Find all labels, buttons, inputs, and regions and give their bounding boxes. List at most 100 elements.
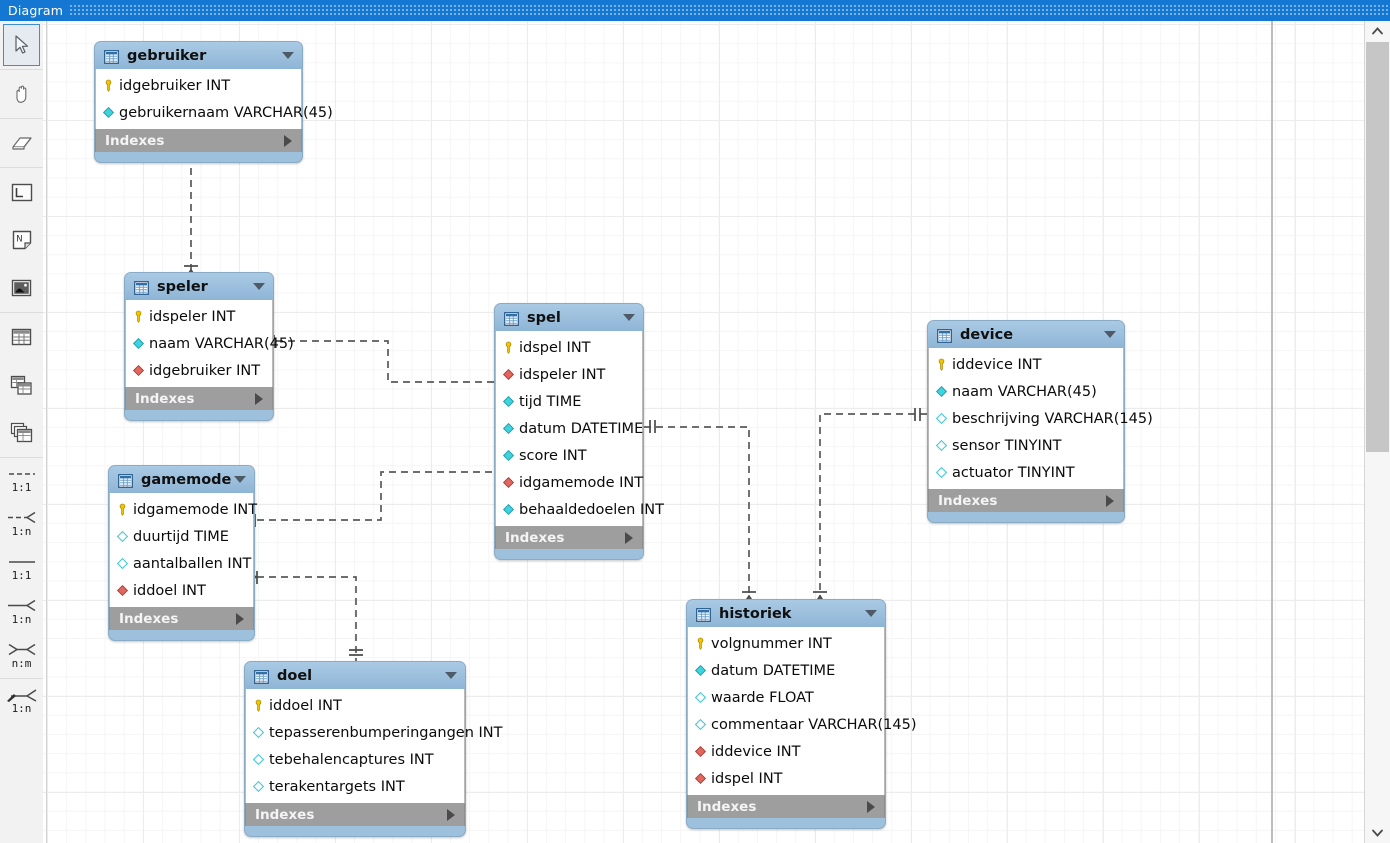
relation-1-1-non-identifying-tool[interactable]: 1:1 [0, 546, 43, 590]
table-indexes-section-gamemode[interactable]: Indexes [109, 607, 254, 630]
column-nullable-icon [935, 466, 948, 479]
table-column[interactable]: waarde FLOAT [688, 684, 884, 711]
table-column[interactable]: idgamemode INT [110, 496, 257, 523]
table-column[interactable]: behaaldedoelen INT [496, 496, 664, 523]
indexes-label: Indexes [105, 132, 165, 149]
table-indexes-section-doel[interactable]: Indexes [245, 803, 465, 826]
table-column[interactable]: commentaar VARCHAR(145) [688, 711, 917, 738]
table-column[interactable]: tebehalencaptures INT [246, 746, 464, 773]
table-header-doel[interactable]: doel [245, 662, 465, 689]
table-header-speler[interactable]: speler [125, 273, 273, 300]
table-column[interactable]: iddevice INT [688, 738, 884, 765]
column-label: idspeler INT [519, 366, 606, 383]
table-indexes-section-speler[interactable]: Indexes [125, 387, 273, 410]
relation-1-1-identifying-tool[interactable]: 1:1 [0, 457, 43, 502]
collapse-caret-icon[interactable] [865, 610, 877, 617]
table-indexes-section-spel[interactable]: Indexes [495, 526, 643, 549]
table-header-spel[interactable]: spel [495, 304, 643, 331]
table-column[interactable]: datum DATETIME [688, 657, 884, 684]
column-label: idgebruiker INT [149, 362, 261, 379]
table-header-historiek[interactable]: historiek [687, 600, 885, 627]
table-column[interactable]: score INT [496, 442, 642, 469]
table-gamemode[interactable]: gamemode idgamemode INT duurtijd TIME aanta… [108, 465, 257, 641]
table-indexes-section-historiek[interactable]: Indexes [687, 795, 885, 818]
table-column[interactable]: datum DATETIME [496, 415, 643, 442]
table-column[interactable]: iddoel INT [246, 692, 464, 719]
table-column[interactable]: idgamemode INT [496, 469, 643, 496]
table-column[interactable]: sensor TINYINT [929, 432, 1123, 459]
collapse-caret-icon[interactable] [234, 476, 246, 483]
collapse-caret-icon[interactable] [623, 314, 635, 321]
expand-indexes-icon[interactable] [625, 531, 633, 544]
new-view-tool[interactable] [0, 361, 43, 409]
table-column[interactable]: idspel INT [496, 334, 642, 361]
collapse-caret-icon[interactable] [282, 52, 294, 59]
scroll-down-button[interactable] [1365, 823, 1390, 843]
scroll-up-button[interactable] [1365, 21, 1390, 41]
table-column[interactable]: idgebruiker INT [96, 72, 301, 99]
new-table-tool[interactable] [0, 312, 43, 361]
relation-1-n-identifying-tool[interactable]: 1:n [0, 502, 43, 546]
hand-tool[interactable] [0, 69, 43, 118]
table-speler[interactable]: speler idspeler INT naam VARCHAR(45) idgebr… [124, 272, 294, 421]
table-column[interactable]: idspeler INT [126, 303, 272, 330]
indexes-label: Indexes [119, 610, 179, 627]
window-title: Diagram [8, 3, 64, 18]
eraser-tool[interactable] [0, 118, 43, 167]
table-column[interactable]: duurtijd TIME [110, 523, 253, 550]
column-label: naam VARCHAR(45) [952, 383, 1097, 400]
expand-indexes-icon[interactable] [447, 808, 455, 821]
layer-tool[interactable] [0, 167, 43, 216]
expand-indexes-icon[interactable] [1106, 494, 1114, 507]
relation-pick-1-n-tool[interactable]: 1:n [0, 678, 43, 723]
titlebar-drag-grip[interactable] [70, 5, 1390, 16]
relation-1-n-non-identifying-tool[interactable]: 1:n [0, 590, 43, 634]
table-column[interactable]: naam VARCHAR(45) [126, 330, 294, 357]
table-column[interactable]: aantalballen INT [110, 550, 253, 577]
table-column[interactable]: iddevice INT [929, 351, 1123, 378]
table-column[interactable]: naam VARCHAR(45) [929, 378, 1123, 405]
note-tool[interactable]: N [0, 216, 43, 264]
table-doel[interactable]: doel iddoel INT tepasserenbumperingangen I… [244, 661, 503, 837]
table-header-device[interactable]: device [928, 321, 1124, 348]
collapse-caret-icon[interactable] [1104, 331, 1116, 338]
new-routine-group-tool[interactable] [0, 409, 43, 457]
table-title: gebruiker [127, 47, 207, 64]
table-column[interactable]: idspeler INT [496, 361, 642, 388]
table-column[interactable]: actuator TINYINT [929, 459, 1123, 486]
column-not-null-icon [502, 422, 515, 435]
table-column[interactable]: beschrijving VARCHAR(145) [929, 405, 1153, 432]
expand-indexes-icon[interactable] [284, 134, 292, 147]
table-column[interactable]: volgnummer INT [688, 630, 884, 657]
table-column[interactable]: terakentargets INT [246, 773, 464, 800]
table-column[interactable]: idgebruiker INT [126, 357, 272, 384]
table-title: spel [527, 309, 561, 326]
foreign-key-icon [502, 368, 519, 381]
collapse-caret-icon[interactable] [253, 283, 265, 290]
table-spel[interactable]: spel idspel INT idspeler INT tijd TIME datum… [494, 303, 664, 560]
expand-indexes-icon[interactable] [236, 612, 244, 625]
table-historiek[interactable]: historiek volgnummer INT datum DATETIME waa… [686, 599, 917, 829]
table-column[interactable]: iddoel INT [110, 577, 253, 604]
relation-n-m-tool[interactable]: n:m [0, 634, 43, 678]
vertical-scrollbar[interactable] [1364, 21, 1390, 843]
table-column[interactable]: tepasserenbumperingangen INT [246, 719, 503, 746]
table-gebruiker[interactable]: gebruiker idgebruiker INT gebruikernaam VA… [94, 41, 333, 163]
table-indexes-section-device[interactable]: Indexes [928, 489, 1124, 512]
table-header-gamemode[interactable]: gamemode [109, 466, 254, 493]
table-header-gebruiker[interactable]: gebruiker [95, 42, 302, 69]
table-column[interactable]: tijd TIME [496, 388, 642, 415]
scrollbar-thumb[interactable] [1366, 42, 1389, 452]
table-columns-device: iddevice INT naam VARCHAR(45) beschrijving… [928, 348, 1153, 489]
table-device[interactable]: device iddevice INT naam VARCHAR(45) beschr… [927, 320, 1153, 523]
expand-indexes-icon[interactable] [867, 800, 875, 813]
diagram-canvas[interactable]: gebruiker idgebruiker INT gebruikernaam VA… [43, 21, 1365, 843]
collapse-caret-icon[interactable] [445, 672, 457, 679]
image-tool[interactable] [0, 264, 43, 312]
table-column[interactable]: gebruikernaam VARCHAR(45) [96, 99, 333, 126]
pointer-tool[interactable] [0, 21, 43, 69]
table-indexes-section-gebruiker[interactable]: Indexes [95, 129, 302, 152]
expand-indexes-icon[interactable] [255, 392, 263, 405]
table-column[interactable]: idspel INT [688, 765, 884, 792]
primary-key-icon [694, 637, 711, 650]
